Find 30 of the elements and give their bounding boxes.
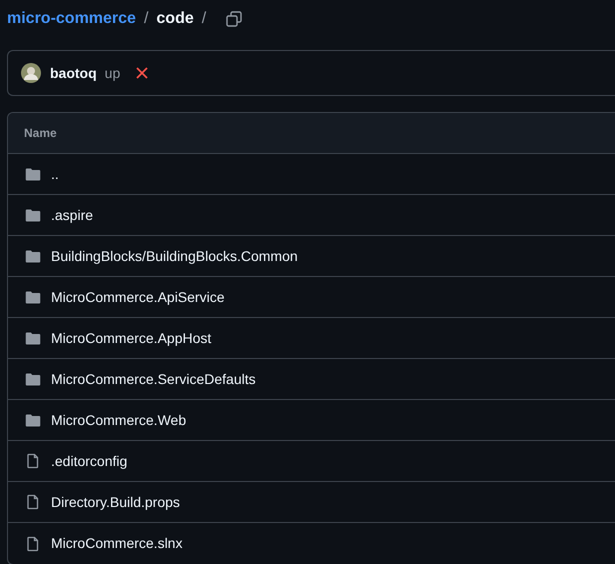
copy-icon[interactable] (226, 10, 242, 26)
file-link[interactable]: .aspire (51, 204, 94, 226)
file-link[interactable]: MicroCommerce.AppHost (51, 328, 212, 348)
path-separator: / (202, 8, 206, 28)
path-separator: / (144, 8, 148, 28)
file-icon (25, 494, 41, 510)
current-folder: code (156, 8, 194, 28)
author-link[interactable]: baotoq (50, 62, 97, 84)
folder-icon (25, 330, 41, 346)
file-link[interactable]: MicroCommerce.Web (51, 410, 186, 430)
file-link[interactable]: BuildingBlocks/BuildingBlocks.Common (51, 246, 298, 266)
failed-icon[interactable] (136, 67, 148, 79)
folder-icon (25, 166, 41, 182)
file-link[interactable]: .. (51, 164, 59, 184)
folder-icon (25, 248, 41, 264)
avatar[interactable] (21, 63, 41, 83)
file-link[interactable]: MicroCommerce.ServiceDefaults (51, 368, 256, 390)
folder-icon (25, 207, 41, 223)
column-header: Name (24, 125, 57, 142)
repo-link[interactable]: micro-commerce (7, 6, 136, 30)
folder-icon (25, 289, 41, 305)
file-link[interactable]: Directory.Build.props (51, 492, 180, 512)
file-icon (25, 536, 41, 552)
file-link[interactable]: MicroCommerce.ApiService (51, 286, 224, 308)
folder-icon (25, 371, 41, 387)
file-link[interactable]: MicroCommerce.slnx (51, 533, 182, 554)
file-link[interactable]: .editorconfig (51, 450, 128, 472)
file-icon (25, 453, 41, 469)
folder-icon (25, 412, 41, 428)
commit-message[interactable]: up (104, 62, 120, 84)
